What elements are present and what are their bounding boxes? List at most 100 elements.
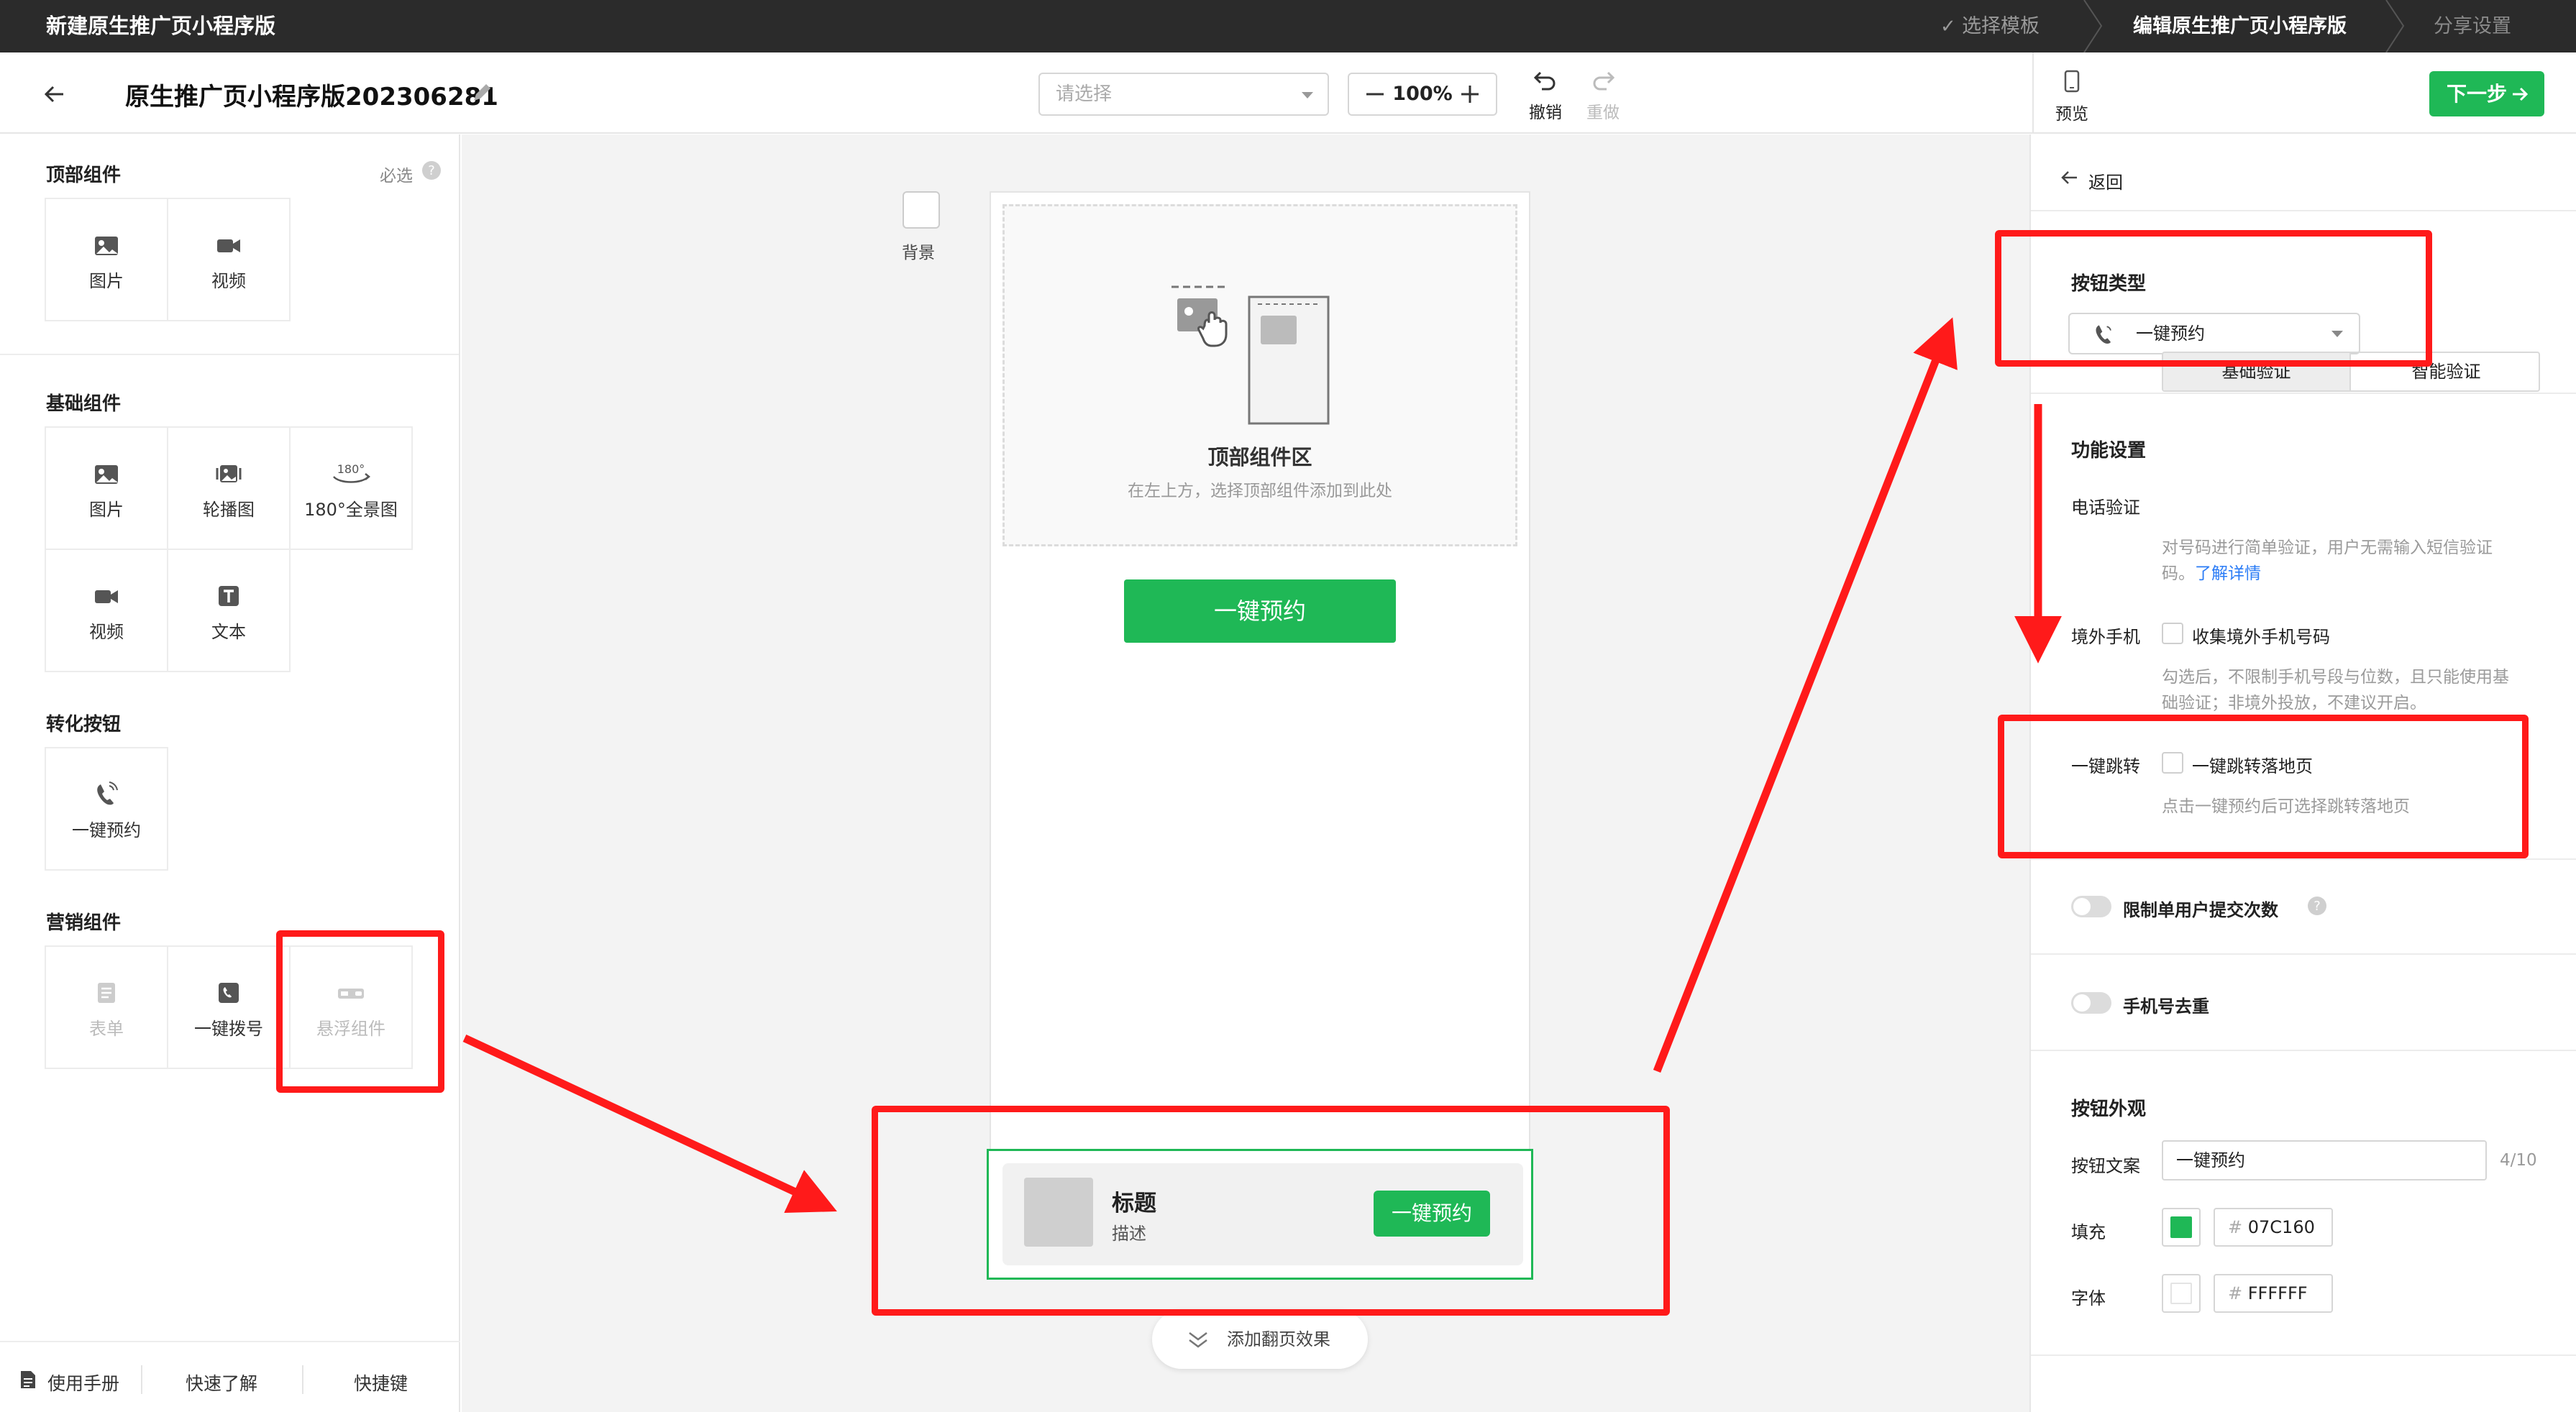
background-setting-button[interactable] [903,191,940,229]
annotation-box-float-preview [872,1106,1670,1316]
overseas-help: 勾选后，不限制手机号段与位数，且只能使用基 [2162,668,2509,687]
component-placeholder-illustration [1171,285,1330,425]
phone-verify-help: 对号码进行简单验证，用户无需输入短信验证 [2162,538,2493,557]
font-color-chip [2170,1283,2192,1304]
preview-button[interactable]: 预览 [2047,70,2097,124]
back-link[interactable]: 返回 [2088,168,2123,193]
page-select-dropdown[interactable]: 请选择 [1038,73,1329,116]
panel-divider [2031,210,2576,211]
phone-dedupe-toggle[interactable] [2071,992,2111,1014]
phone-verify-label: 电话验证 [2071,498,2140,518]
panorama-360-icon: 180° [333,462,371,483]
zoom-in-button[interactable] [1453,74,1487,114]
redo-button[interactable]: 重做 [1578,70,1628,123]
learn-more-link[interactable]: 了解详情 [2195,564,2261,583]
limit-submissions-label: 限制单用户提交次数 [2123,900,2278,920]
background-label: 背景 [902,244,935,262]
marketing-dial-component[interactable]: 一键拨号 [167,945,291,1069]
manual-document-icon [21,1371,35,1388]
check-icon: ✓ [1940,16,1963,37]
step-select-template[interactable]: ✓ 选择模板 [1940,0,2040,52]
svg-text:180°: 180° [337,462,365,476]
function-settings-title: 功能设置 [2071,440,2147,462]
basic-video-component[interactable]: 视频 [45,549,168,672]
text-icon [219,586,239,606]
select-placeholder: 请选择 [1056,83,1113,105]
basic-carousel-component[interactable]: 轮播图 [167,426,291,550]
carousel-icon [216,465,242,482]
section-title-convert: 转化按钮 [46,714,122,735]
dropzone-hint: 在左上方，选择顶部组件添加到此处 [1128,482,1392,500]
overseas-phone-checkbox[interactable] [2162,623,2183,644]
limit-submissions-toggle[interactable] [2071,896,2111,917]
image-icon [95,237,118,255]
page-title: 原生推广页小程序版202306281 [125,83,498,111]
back-arrow-icon[interactable] [42,81,68,107]
add-page-flip-button[interactable]: 添加翻页效果 [1152,1310,1368,1369]
panel-divider [2031,393,2576,394]
svg-text:?: ? [2314,899,2321,914]
font-color-swatch[interactable] [2162,1274,2201,1313]
basic-text-component[interactable]: 文本 [167,549,291,672]
basic-image-component[interactable]: 图片 [45,426,168,550]
button-text-counter: 4/10 [2500,1151,2537,1170]
step-chevron-icon [2385,0,2405,52]
panel-divider [2031,858,2576,860]
fill-color-input[interactable]: # 07C160 [2214,1208,2333,1247]
double-chevron-down-icon [1189,1332,1207,1348]
top-image-component[interactable]: 图片 [45,198,168,321]
zoom-control: 100% [1348,73,1497,116]
back-arrow-icon[interactable] [2058,167,2080,188]
top-component-dropzone[interactable]: 顶部组件区 在左上方，选择顶部组件添加到此处 [1002,204,1517,546]
reserve-cta-button[interactable]: 一键预约 [1124,579,1396,643]
dropzone-title: 顶部组件区 [1207,445,1312,469]
font-color-input[interactable]: # FFFFFF [2214,1274,2333,1313]
marketing-form-component[interactable]: 表单 [45,945,168,1069]
chevron-down-icon [1302,92,1313,98]
panel-divider [2031,953,2576,955]
help-icon[interactable]: ? [2307,896,2327,916]
convert-reserve-component[interactable]: 一键预约 [45,747,168,871]
help-links-bar: 使用手册 快速了解 快捷键 [0,1341,460,1412]
top-video-component[interactable]: 视频 [167,198,291,321]
help-icon[interactable]: ? [421,160,442,180]
undo-button[interactable]: 撤销 [1520,70,1571,123]
zoom-out-button[interactable] [1358,74,1392,114]
fill-color-chip [2170,1216,2192,1238]
undo-icon [1533,71,1556,91]
font-color-label: 字体 [2071,1288,2106,1308]
annotation-box-one-click-jump [1998,715,2529,858]
redo-icon [1593,71,1615,91]
editor-toolbar: 原生推广页小程序版202306281 请选择 100% 撤销 重做 预览 下一步 [0,52,2576,134]
link-divider [302,1365,303,1394]
button-text-input[interactable]: 一键预约 [2162,1140,2487,1181]
svg-text:?: ? [428,163,435,178]
panel-divider [2031,1354,2576,1356]
section-title-basic: 基础组件 [46,393,122,415]
annotation-box-float-component [276,930,444,1093]
shortcuts-link[interactable]: 快捷键 [354,1370,408,1395]
edit-pencil-icon[interactable] [470,81,493,104]
required-label: 必选 [380,167,413,185]
fill-color-swatch[interactable] [2162,1208,2201,1247]
video-camera-icon [95,590,118,603]
manual-link[interactable]: 使用手册 [47,1370,119,1395]
phone-call-icon [97,781,118,805]
arrow-right-icon [2513,87,2529,101]
step-share-settings[interactable]: 分享设置 [2434,0,2511,52]
quick-intro-link[interactable]: 快速了解 [186,1370,257,1395]
component-panel: 顶部组件 必选 ? 图片 视频 基础组件 图片 轮播图 180° 180°全景图… [0,134,460,1412]
phone-preview-icon [2064,70,2080,93]
next-step-button[interactable]: 下一步 [2429,71,2544,116]
step-edit-page[interactable]: 编辑原生推广页小程序版 [2133,0,2347,52]
toolbar-divider [2032,52,2034,134]
section-title-top: 顶部组件 [46,165,122,186]
overseas-help-tail: 础验证；非境外投放，不建议开启。 [2162,694,2426,712]
panel-divider [2031,1050,2576,1051]
link-divider [141,1365,142,1394]
basic-panorama-component[interactable]: 180° 180°全景图 [289,426,413,550]
overseas-phone-checkbox-label[interactable]: 收集境外手机号码 [2192,623,2330,648]
step-chevron-icon [2083,0,2103,52]
fill-color-label: 填充 [2071,1222,2106,1242]
video-camera-icon [217,239,240,252]
